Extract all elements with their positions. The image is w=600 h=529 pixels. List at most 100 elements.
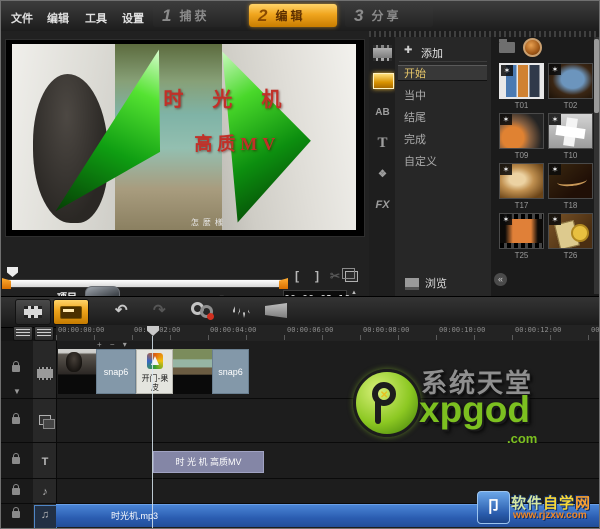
star-badge-icon: ✶: [549, 164, 561, 175]
media-library-icon[interactable]: [373, 45, 392, 61]
template-thumb-t09[interactable]: ✶: [499, 113, 544, 149]
menu-file[interactable]: 文件: [11, 10, 33, 26]
folder-icon[interactable]: [499, 42, 515, 53]
menu-tools[interactable]: 工具: [85, 10, 107, 26]
category-complete[interactable]: 完成: [398, 132, 487, 148]
rjzxw-logo-icon: 卩: [477, 491, 510, 524]
template-thumb-t18[interactable]: ✶: [548, 163, 593, 199]
rjzxw-watermark: 卩 软件自学网 www.rjzxw.com: [469, 487, 600, 529]
tab-capture[interactable]: 1 捕获: [153, 4, 241, 27]
video-clip-thumbnail[interactable]: [58, 349, 96, 394]
list-icon: [37, 329, 51, 336]
lock-icon[interactable]: [12, 457, 20, 464]
title-track-icon[interactable]: T: [37, 456, 53, 469]
graphic-icon[interactable]: ❖: [373, 167, 392, 183]
add-template-button[interactable]: 添加: [421, 45, 443, 61]
browse-button[interactable]: 浏览: [425, 275, 447, 291]
music-track-icon[interactable]: ♫: [37, 509, 53, 522]
preview-video: 时 光 机 高质MV 怎麼樣: [12, 44, 356, 230]
category-end[interactable]: 结尾: [398, 110, 487, 126]
instant-project-icon[interactable]: [373, 73, 394, 89]
timeline-toolbar: [1, 296, 600, 328]
ruler-label: 00:00:08:00: [363, 326, 409, 334]
category-begin[interactable]: 开始: [398, 65, 487, 81]
clock-wheel-icon[interactable]: [523, 38, 542, 57]
enlarge-preview-icon[interactable]: [345, 271, 358, 282]
gallery-scrollbar-thumb[interactable]: [594, 39, 599, 113]
template-label: T17: [499, 201, 544, 210]
divider: [1, 478, 600, 479]
storyboard-view-button[interactable]: [15, 299, 51, 325]
template-thumb-t02[interactable]: ✶: [548, 63, 593, 99]
mark-in-button[interactable]: [: [289, 269, 305, 284]
menu-edit[interactable]: 编辑: [47, 10, 69, 26]
ruler-label: 00:00:06:00: [287, 326, 333, 334]
template-thumb-t10[interactable]: ✶: [548, 113, 593, 149]
transition-clip[interactable]: 开门-果皮: [136, 349, 173, 394]
undo-icon[interactable]: ↶: [115, 301, 128, 319]
voice-track-icon[interactable]: ♪: [37, 486, 53, 499]
videostudio-window: 文件 编辑 工具 设置 1 捕获 2 编辑 3 分享 时 光 机 高质MV 怎麼…: [0, 0, 600, 529]
template-thumb-t26[interactable]: ✶: [548, 213, 593, 249]
tab-capture-number: 1: [162, 6, 171, 26]
video-clip-snap6[interactable]: snap6: [212, 349, 249, 394]
timeline-playhead-line: [152, 336, 153, 529]
overlay-track-icon[interactable]: [39, 415, 51, 425]
ruler-label: 00:00:04:00: [210, 326, 256, 334]
track-view-film-button[interactable]: [13, 326, 33, 341]
mark-out-button[interactable]: ]: [309, 269, 325, 284]
video-track-icon[interactable]: [37, 367, 53, 380]
track-zoom-tools[interactable]: + − ▾: [97, 340, 130, 349]
tab-share-number: 3: [354, 6, 363, 26]
lock-icon[interactable]: [12, 417, 20, 424]
video-clip-thumbnail[interactable]: [173, 349, 212, 394]
film-list-icon: [16, 329, 30, 336]
menu-settings[interactable]: 设置: [122, 10, 144, 26]
template-thumb-t17[interactable]: ✶: [499, 163, 544, 199]
filter-fx-icon[interactable]: FX: [373, 197, 392, 213]
template-label: T09: [499, 151, 544, 160]
template-thumb-t01[interactable]: ✶: [499, 63, 544, 99]
tab-edit[interactable]: 2 编辑: [249, 4, 337, 27]
trim-bar[interactable]: [5, 279, 285, 288]
tab-share[interactable]: 3 分享: [345, 4, 433, 27]
video-clip-snap6[interactable]: snap6: [96, 349, 136, 394]
browse-icon: [405, 278, 419, 290]
transition-icon[interactable]: AB: [373, 105, 392, 121]
star-badge-icon: ✶: [549, 64, 561, 75]
ruler-label: 00:0: [591, 326, 600, 334]
ruler-label: 00:00:00:00: [58, 326, 104, 334]
star-badge-icon: ✶: [549, 214, 561, 225]
ruler-label: 00:00:12:00: [515, 326, 561, 334]
watermark-tld-text: .com: [507, 431, 537, 446]
watermark-en-text: xpgod: [419, 389, 530, 431]
add-icon: ✚: [404, 45, 412, 56]
divider: [399, 61, 487, 62]
template-label: T26: [548, 251, 593, 260]
split-clip-icon[interactable]: ✂: [327, 269, 343, 284]
track-view-list-button[interactable]: [34, 326, 54, 341]
collapse-panel-icon[interactable]: «: [494, 273, 507, 286]
logo-stem: [375, 402, 381, 424]
scrubber-playhead[interactable]: [7, 267, 18, 277]
video-subtitle-overlay: 高质MV: [194, 130, 280, 156]
template-thumb-t25[interactable]: ✶: [499, 213, 544, 249]
timeline-view-button[interactable]: [53, 299, 89, 325]
rjzxw-url: www.rjzxw.com: [513, 510, 587, 521]
redo-icon[interactable]: ↷: [153, 301, 166, 319]
preview-panel: 时 光 机 高质MV 怎麼樣 [ ] ✂ 项目 素材 |◀ ◀| |▶ ▶| ↻…: [1, 31, 370, 296]
transition-label: 开门-果皮: [138, 374, 172, 392]
track-manager-icon[interactable]: [12, 365, 20, 372]
category-middle[interactable]: 当中: [398, 88, 487, 104]
transition-effect-icon: [147, 353, 163, 369]
title-icon[interactable]: T: [373, 135, 392, 151]
video-caption: 怎麼樣: [191, 217, 227, 228]
lock-icon[interactable]: [12, 511, 20, 518]
lock-icon[interactable]: [12, 488, 20, 495]
star-badge-icon: ✶: [500, 164, 512, 175]
chevron-down-icon[interactable]: ▼: [13, 387, 21, 396]
title-clip[interactable]: 时 光 机 高质MV: [153, 451, 264, 473]
category-custom[interactable]: 自定义: [398, 154, 487, 170]
template-label: T01: [499, 101, 544, 110]
template-label: T02: [548, 101, 593, 110]
